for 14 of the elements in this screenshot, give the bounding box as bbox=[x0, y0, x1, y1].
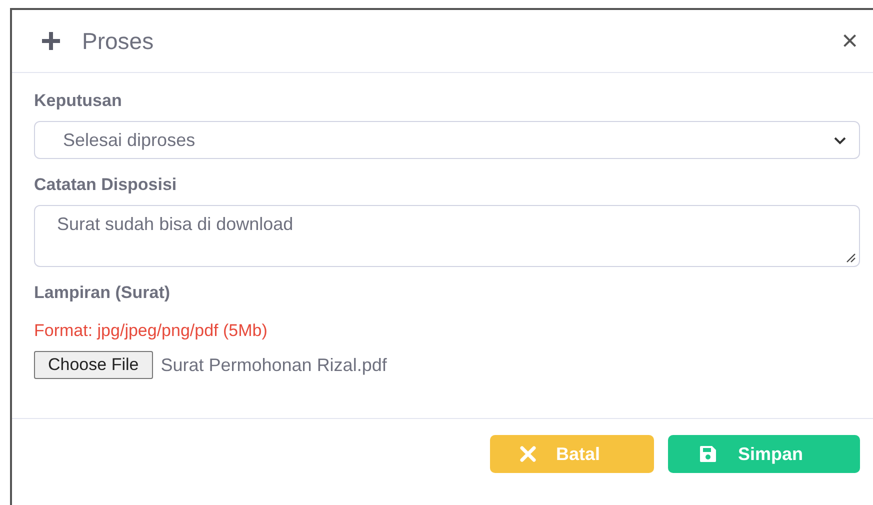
resize-grip-icon[interactable] bbox=[844, 251, 856, 263]
dialog-title: Proses bbox=[82, 28, 155, 54]
close-icon bbox=[520, 446, 536, 462]
file-name: Surat Permohonan Rizal.pdf bbox=[160, 354, 387, 376]
plus-icon bbox=[40, 30, 62, 52]
chevron-down-icon bbox=[833, 136, 847, 144]
format-hint: Format: jpg/jpeg/png/pdf (5Mb) bbox=[34, 321, 268, 341]
field-label: Catatan Disposisi bbox=[34, 175, 178, 195]
choose-file-button[interactable]: Choose File bbox=[34, 351, 153, 379]
close-button[interactable]: × bbox=[842, 27, 858, 55]
notes-textarea[interactable]: Surat sudah bisa di download bbox=[34, 205, 860, 267]
field-label: Lampiran (Surat) bbox=[34, 283, 172, 303]
decision-select[interactable]: Selesai diproses bbox=[34, 121, 860, 159]
field-label: Keputusan bbox=[34, 91, 123, 111]
